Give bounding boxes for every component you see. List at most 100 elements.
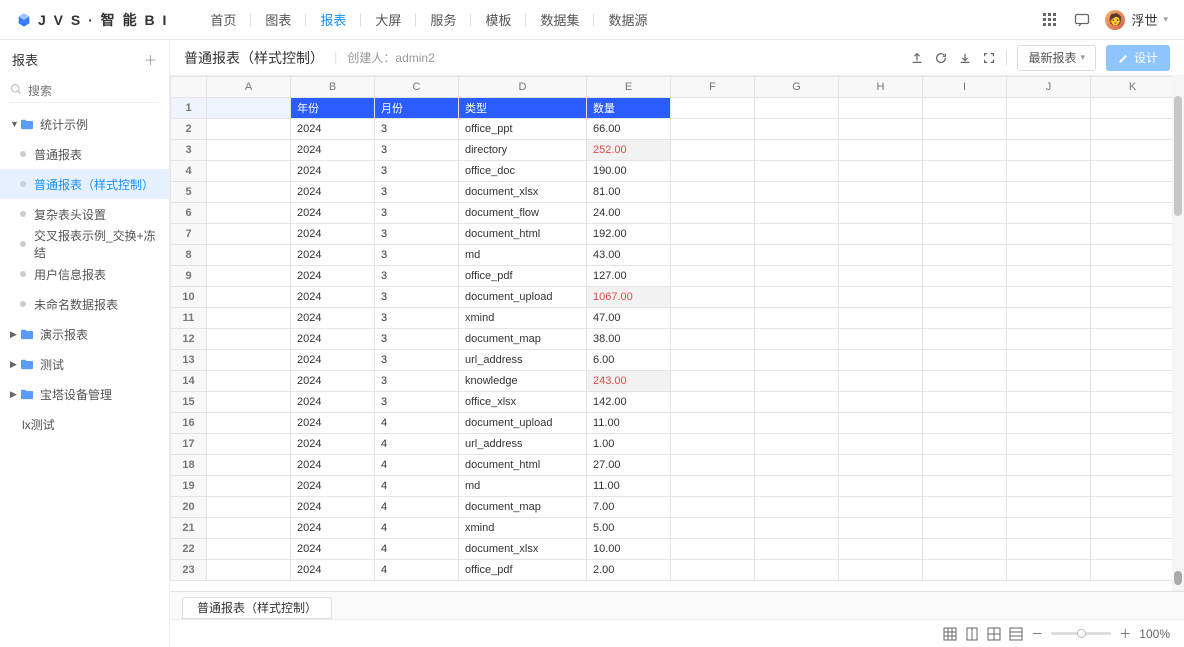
cell[interactable] xyxy=(671,455,755,476)
vertical-scrollbar[interactable] xyxy=(1172,76,1184,591)
cell[interactable]: 66.00 xyxy=(587,119,671,140)
tree-leaf[interactable]: lx测试 xyxy=(0,409,169,439)
cell[interactable] xyxy=(839,245,923,266)
cell[interactable]: 4 xyxy=(375,560,459,581)
cell[interactable] xyxy=(207,539,291,560)
cell[interactable] xyxy=(671,224,755,245)
cell[interactable]: 11.00 xyxy=(587,413,671,434)
cell[interactable] xyxy=(1091,140,1175,161)
cell[interactable] xyxy=(1091,182,1175,203)
cell[interactable]: 2024 xyxy=(291,287,375,308)
cell[interactable]: 2024 xyxy=(291,140,375,161)
cell[interactable]: 190.00 xyxy=(587,161,671,182)
cell[interactable] xyxy=(1007,560,1091,581)
cell[interactable] xyxy=(1091,392,1175,413)
cell[interactable]: 47.00 xyxy=(587,308,671,329)
cell[interactable] xyxy=(755,161,839,182)
cell[interactable]: 11.00 xyxy=(587,476,671,497)
cell[interactable] xyxy=(755,224,839,245)
cell[interactable] xyxy=(839,560,923,581)
cell[interactable]: 2024 xyxy=(291,371,375,392)
cell[interactable] xyxy=(923,98,1007,119)
sheet-tab[interactable]: 普通报表（样式控制） xyxy=(182,597,332,619)
nav-tab-7[interactable]: 数据源 xyxy=(594,0,661,40)
cell[interactable] xyxy=(207,518,291,539)
cell[interactable]: 243.00 xyxy=(587,371,671,392)
cell[interactable] xyxy=(1091,308,1175,329)
col-header[interactable]: D xyxy=(459,77,587,98)
cell[interactable]: document_xlsx xyxy=(459,182,587,203)
cell[interactable] xyxy=(1091,266,1175,287)
cell[interactable] xyxy=(839,224,923,245)
cell[interactable] xyxy=(1007,224,1091,245)
cell[interactable]: 3 xyxy=(375,182,459,203)
row-header[interactable]: 18 xyxy=(171,455,207,476)
nav-tab-5[interactable]: 模板 xyxy=(471,0,525,40)
cell[interactable]: 3 xyxy=(375,308,459,329)
cell[interactable]: 2024 xyxy=(291,350,375,371)
cell[interactable] xyxy=(923,182,1007,203)
cell[interactable] xyxy=(755,182,839,203)
cell[interactable]: 127.00 xyxy=(587,266,671,287)
cell[interactable]: 7.00 xyxy=(587,497,671,518)
cell[interactable] xyxy=(923,476,1007,497)
nav-tab-4[interactable]: 服务 xyxy=(416,0,470,40)
cell[interactable]: 81.00 xyxy=(587,182,671,203)
cell[interactable] xyxy=(923,266,1007,287)
row-header[interactable]: 10 xyxy=(171,287,207,308)
cell[interactable] xyxy=(671,476,755,497)
zoom-slider[interactable] xyxy=(1051,632,1111,635)
col-header[interactable]: F xyxy=(671,77,755,98)
cell[interactable] xyxy=(1091,539,1175,560)
row-header[interactable]: 1 xyxy=(171,98,207,119)
cell[interactable] xyxy=(923,497,1007,518)
cell[interactable] xyxy=(1091,560,1175,581)
cell[interactable] xyxy=(671,560,755,581)
cell[interactable] xyxy=(923,329,1007,350)
design-button[interactable]: 设计 xyxy=(1106,45,1170,71)
cell[interactable]: document_xlsx xyxy=(459,539,587,560)
cell[interactable]: 2024 xyxy=(291,224,375,245)
cell[interactable] xyxy=(1007,413,1091,434)
cell[interactable] xyxy=(923,413,1007,434)
cell[interactable] xyxy=(207,560,291,581)
col-header[interactable]: E xyxy=(587,77,671,98)
cell[interactable]: office_xlsx xyxy=(459,392,587,413)
cell[interactable] xyxy=(755,350,839,371)
cell[interactable] xyxy=(839,476,923,497)
cell[interactable] xyxy=(755,287,839,308)
zoom-in-icon[interactable]: ＋ xyxy=(1119,625,1131,642)
cell[interactable] xyxy=(1007,371,1091,392)
cell[interactable]: 3 xyxy=(375,329,459,350)
nav-tab-6[interactable]: 数据集 xyxy=(526,0,593,40)
header-cell[interactable]: 数量 xyxy=(587,98,671,119)
col-header[interactable]: J xyxy=(1007,77,1091,98)
cell[interactable] xyxy=(755,392,839,413)
nav-tab-2[interactable]: 报表 xyxy=(306,0,360,40)
cell[interactable]: 3 xyxy=(375,203,459,224)
cell[interactable]: 5.00 xyxy=(587,518,671,539)
cell[interactable] xyxy=(755,98,839,119)
cell[interactable] xyxy=(1091,287,1175,308)
cell[interactable] xyxy=(755,518,839,539)
cell[interactable] xyxy=(839,497,923,518)
row-header[interactable]: 15 xyxy=(171,392,207,413)
cell[interactable] xyxy=(207,497,291,518)
row-header[interactable]: 21 xyxy=(171,518,207,539)
col-header[interactable]: H xyxy=(839,77,923,98)
cell[interactable]: 4 xyxy=(375,434,459,455)
cell[interactable]: office_pdf xyxy=(459,266,587,287)
cell[interactable] xyxy=(755,203,839,224)
cell[interactable]: directory xyxy=(459,140,587,161)
cell[interactable] xyxy=(207,392,291,413)
cell[interactable] xyxy=(1091,98,1175,119)
cell[interactable] xyxy=(923,434,1007,455)
cell[interactable] xyxy=(839,182,923,203)
cell[interactable] xyxy=(671,266,755,287)
cell[interactable] xyxy=(671,434,755,455)
cell[interactable] xyxy=(207,434,291,455)
cell[interactable] xyxy=(671,329,755,350)
cell[interactable] xyxy=(1091,329,1175,350)
cell[interactable]: 4 xyxy=(375,518,459,539)
cell[interactable] xyxy=(839,371,923,392)
